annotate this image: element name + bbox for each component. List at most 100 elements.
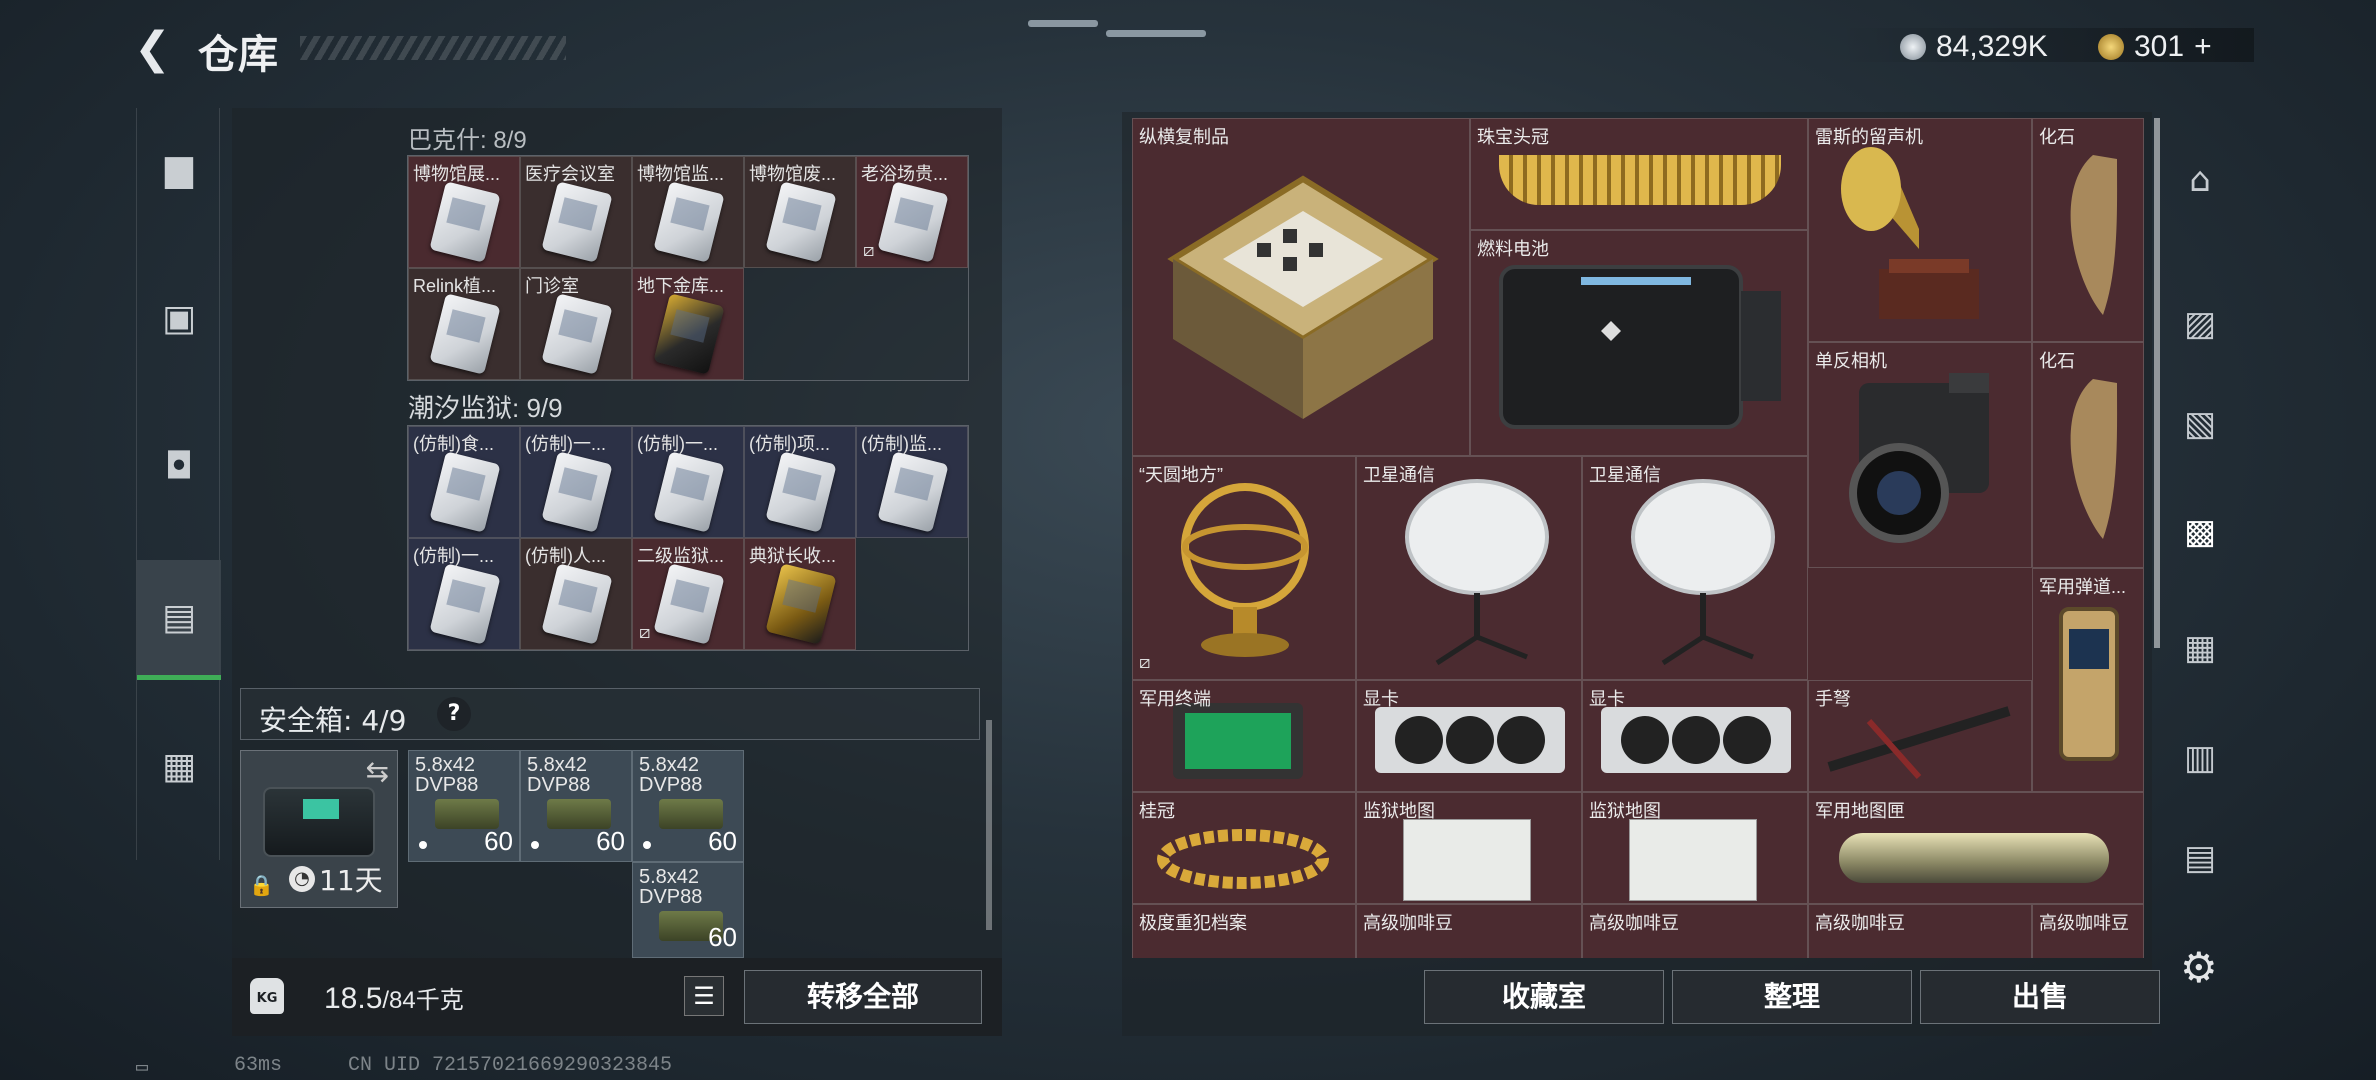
stash-grid: 纵横复制品 珠宝头冠 雷斯的留声机 化石 燃料电池 化石 单反相机 “天圆地方”… <box>1132 118 2144 958</box>
map-tube-icon <box>1839 833 2109 883</box>
stash-item-fossil[interactable]: 化石 <box>2032 118 2144 342</box>
section-title-chaoxi: 潮汐监狱: 9/9 <box>408 393 563 423</box>
satellite-dish-icon <box>1631 479 1775 666</box>
stash-item-fuel-cell[interactable]: 燃料电池 <box>1470 230 1808 456</box>
stash-item-map-tube[interactable]: 军用地图匣 <box>1808 792 2144 904</box>
stash-item-coffee[interactable]: 高级咖啡豆 <box>1808 904 2032 958</box>
stash-filter-rail: ⌂ ▨ ▧ ▩ ▦ ▥ ▤ <box>2160 140 2240 940</box>
safebox-light <box>303 799 339 819</box>
case-icon: ▦ <box>161 745 196 787</box>
keycard-label: 博物馆展... <box>413 164 501 184</box>
ammo-box-icon <box>659 799 723 829</box>
keycard-slot[interactable]: (仿制)人... <box>520 538 632 650</box>
stash-item-dossier[interactable]: 极度重犯档案 <box>1132 904 1356 958</box>
keycard-slot[interactable]: (仿制)食... <box>408 426 520 538</box>
keycard-slot[interactable]: (仿制)项... <box>744 426 856 538</box>
keycard-slot[interactable]: (仿制)一... <box>632 426 744 538</box>
stash-item-military-terminal[interactable]: 军用终端 <box>1132 680 1356 792</box>
keycard-slot[interactable]: 博物馆废... <box>744 156 856 268</box>
back-button[interactable]: ❮ <box>134 27 178 71</box>
stash-item-crossbow[interactable]: 手弩 <box>1808 680 2032 792</box>
keycard-slot[interactable]: 门诊室 <box>520 268 632 380</box>
keycard-slot[interactable]: (仿制)一... <box>408 538 520 650</box>
help-icon[interactable]: ? <box>437 697 471 731</box>
tab-backpack[interactable]: ◘ <box>137 406 221 526</box>
collection-room-button[interactable]: 收藏室 <box>1424 970 1664 1024</box>
tab-armor[interactable]: ▣ <box>137 258 221 378</box>
ammo-name: 5.8x42 DVP88 <box>639 754 703 796</box>
battery-icon: ▭ <box>136 1057 149 1080</box>
filter-tier5-icon[interactable]: ▩ <box>2172 504 2228 560</box>
filter-tier4-icon[interactable]: ▧ <box>2172 396 2228 452</box>
filter-tier4-icon[interactable]: ▦ <box>2172 620 2228 676</box>
ammo-count: 60 <box>708 826 737 856</box>
top-decoration <box>1106 30 1206 37</box>
left-scrollbar[interactable] <box>986 720 992 930</box>
filter-tier4-icon[interactable]: ▨ <box>2172 296 2228 352</box>
keycard-slot[interactable]: (仿制)一... <box>520 426 632 538</box>
organize-button[interactable]: 整理 <box>1672 970 1912 1024</box>
stash-item-gpu[interactable]: 显卡 <box>1582 680 1808 792</box>
stash-item-ballistic[interactable]: 军用弹道... <box>2032 568 2144 792</box>
stash-item-armillary[interactable]: “天圆地方” ⧄ <box>1132 456 1356 680</box>
keycard-slot[interactable]: 博物馆监... <box>632 156 744 268</box>
keycard-slot[interactable]: 博物馆展... <box>408 156 520 268</box>
stash-item-coffee[interactable]: 高级咖啡豆 <box>1356 904 1582 958</box>
ammo-item[interactable]: 5.8x42 DVP88 60 <box>408 750 520 862</box>
currency-secondary-value: 301 <box>2134 30 2185 63</box>
item-label: 军用地图匣 <box>1815 801 1905 821</box>
add-currency-button[interactable]: + <box>2194 30 2212 64</box>
keycard-slot[interactable]: 医疗会议室 <box>520 156 632 268</box>
keycard-label: 典狱长收... <box>749 546 837 566</box>
list-view-button[interactable]: ☰ <box>684 976 724 1016</box>
keycard-label: (仿制)监... <box>861 434 942 454</box>
ammo-item[interactable]: 5.8x42 DVP88 60 <box>520 750 632 862</box>
item-label: 化石 <box>2039 127 2075 147</box>
stash-item-coffee[interactable]: 高级咖啡豆 <box>2032 904 2144 958</box>
keycard-slot[interactable]: 老浴场贵... ⧄ <box>856 156 968 268</box>
swap-icon[interactable]: ⇆ <box>366 755 389 788</box>
ammo-count: 60 <box>596 826 625 856</box>
tab-case[interactable]: ▦ <box>137 706 221 826</box>
item-label: 化石 <box>2039 351 2075 371</box>
ammo-item[interactable]: 5.8x42 DVP88 60 <box>632 862 744 958</box>
stash-item-gpu[interactable]: 显卡 <box>1356 680 1582 792</box>
backpack-icon: ◘ <box>164 445 194 487</box>
item-label: 雷斯的留声机 <box>1815 127 1923 147</box>
stash-item-prison-map[interactable]: 监狱地图 <box>1582 792 1808 904</box>
filter-tier5-icon[interactable]: ▥ <box>2172 730 2228 786</box>
currency-secondary[interactable]: 301 + <box>2098 30 2212 64</box>
stash-item-dslr[interactable]: 单反相机 <box>1808 342 2032 568</box>
keycard-slot[interactable]: 典狱长收... <box>744 538 856 650</box>
stash-item-satcom[interactable]: 卫星通信 <box>1356 456 1582 680</box>
keycard-label: 二级监狱... <box>637 546 725 566</box>
ammo-dot <box>531 841 539 849</box>
stash-item-jewel-crown[interactable]: 珠宝头冠 <box>1470 118 1808 230</box>
safebox-item[interactable]: ⇆ 🔒 ◔ 11天 <box>240 750 398 908</box>
keycard-slot[interactable]: (仿制)监... <box>856 426 968 538</box>
settings-gear-icon[interactable]: ⚙ <box>2180 947 2220 989</box>
keycard-slot[interactable]: Relink植... <box>408 268 520 380</box>
tab-weapons[interactable]: ▆ <box>137 108 221 228</box>
transfer-all-button[interactable]: 转移全部 <box>744 970 982 1024</box>
tab-container[interactable]: ▤ <box>137 560 221 680</box>
stash-item-laurel[interactable]: 桂冠 <box>1132 792 1356 904</box>
stash-item-satcom[interactable]: 卫星通信 <box>1582 456 1808 680</box>
ammo-count: 60 <box>708 922 737 952</box>
stash-item-fossil[interactable]: 化石 <box>2032 342 2144 568</box>
sell-button[interactable]: 出售 <box>1920 970 2160 1024</box>
vault-icon[interactable]: ⌂ <box>2172 152 2228 208</box>
stash-item-chess-replica[interactable]: 纵横复制品 <box>1132 118 1470 456</box>
ping-readout: 63ms <box>234 1054 283 1077</box>
stash-item-prison-map[interactable]: 监狱地图 <box>1356 792 1582 904</box>
keycard-slot[interactable]: 地下金库... <box>632 268 744 380</box>
ammo-item[interactable]: 5.8x42 DVP88 60 <box>632 750 744 862</box>
keycard-slot[interactable]: 二级监狱... ⧄ <box>632 538 744 650</box>
stash-item-coffee[interactable]: 高级咖啡豆 <box>1582 904 1808 958</box>
fuel-cell-icon <box>1499 265 1781 429</box>
filter-tier4-icon[interactable]: ▤ <box>2172 830 2228 886</box>
keycard-icon <box>877 181 949 263</box>
item-label: “天圆地方” <box>1139 465 1223 485</box>
stash-item-gramophone[interactable]: 雷斯的留声机 <box>1808 118 2032 342</box>
weight-max: /84千克 <box>382 987 464 1014</box>
